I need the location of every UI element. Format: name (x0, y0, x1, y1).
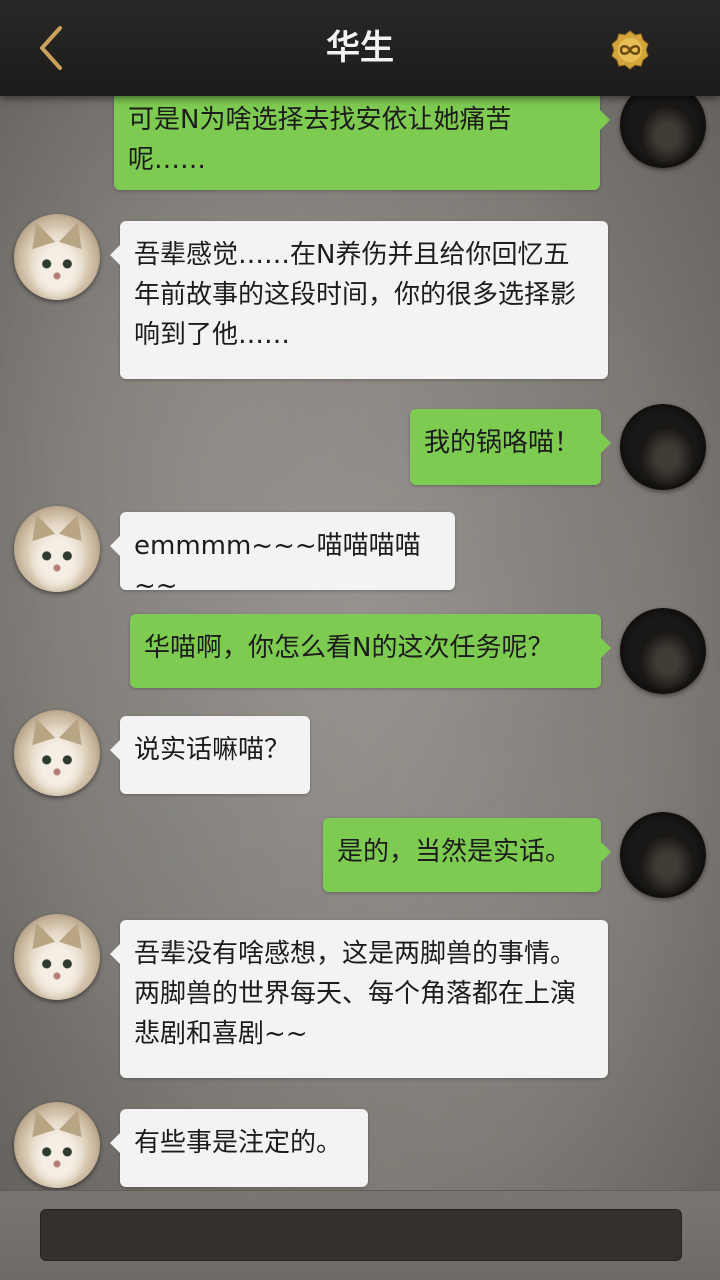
message-bubble-incoming: 说实话嘛喵？ (110, 716, 310, 794)
cat-avatar[interactable] (14, 710, 100, 796)
user-avatar[interactable] (620, 404, 706, 490)
cat-avatar[interactable] (14, 506, 100, 592)
message-bubble-incoming: 吾辈感觉……在N养伤并且给你回忆五年前故事的这段时间，你的很多选择影响到了他…… (110, 221, 608, 379)
message-bubble-outgoing: 我的锅咯喵！ (410, 409, 611, 485)
bottom-bar (0, 1190, 720, 1280)
user-avatar[interactable] (620, 96, 706, 168)
message-bubble-outgoing: 可是N为啥选择去找安依让她痛苦呢…… (114, 96, 610, 190)
message-bubble-outgoing: 是的，当然是实话。 (323, 818, 611, 892)
message-bubble-incoming: 有些事是注定的。 (110, 1109, 368, 1187)
coin-button[interactable] (610, 30, 650, 70)
cat-avatar[interactable] (14, 1102, 100, 1188)
top-bar: 华生 (0, 0, 720, 96)
user-avatar[interactable] (620, 812, 706, 898)
chat-area[interactable]: 可是N为啥选择去找安依让她痛苦呢…… 吾辈感觉……在N养伤并且给你回忆五年前故事… (0, 96, 720, 1190)
message-input[interactable] (40, 1209, 682, 1261)
cat-avatar[interactable] (14, 214, 100, 300)
infinity-coin-icon (611, 30, 649, 70)
message-bubble-incoming: 吾辈没有啥感想，这是两脚兽的事情。两脚兽的世界每天、每个角落都在上演悲剧和喜剧~… (110, 920, 608, 1078)
cat-avatar[interactable] (14, 914, 100, 1000)
message-bubble-incoming: emmmm~~~喵喵喵喵~~ (110, 512, 455, 601)
message-bubble-outgoing: 华喵啊，你怎么看N的这次任务呢？ (130, 614, 611, 688)
user-avatar[interactable] (620, 608, 706, 694)
